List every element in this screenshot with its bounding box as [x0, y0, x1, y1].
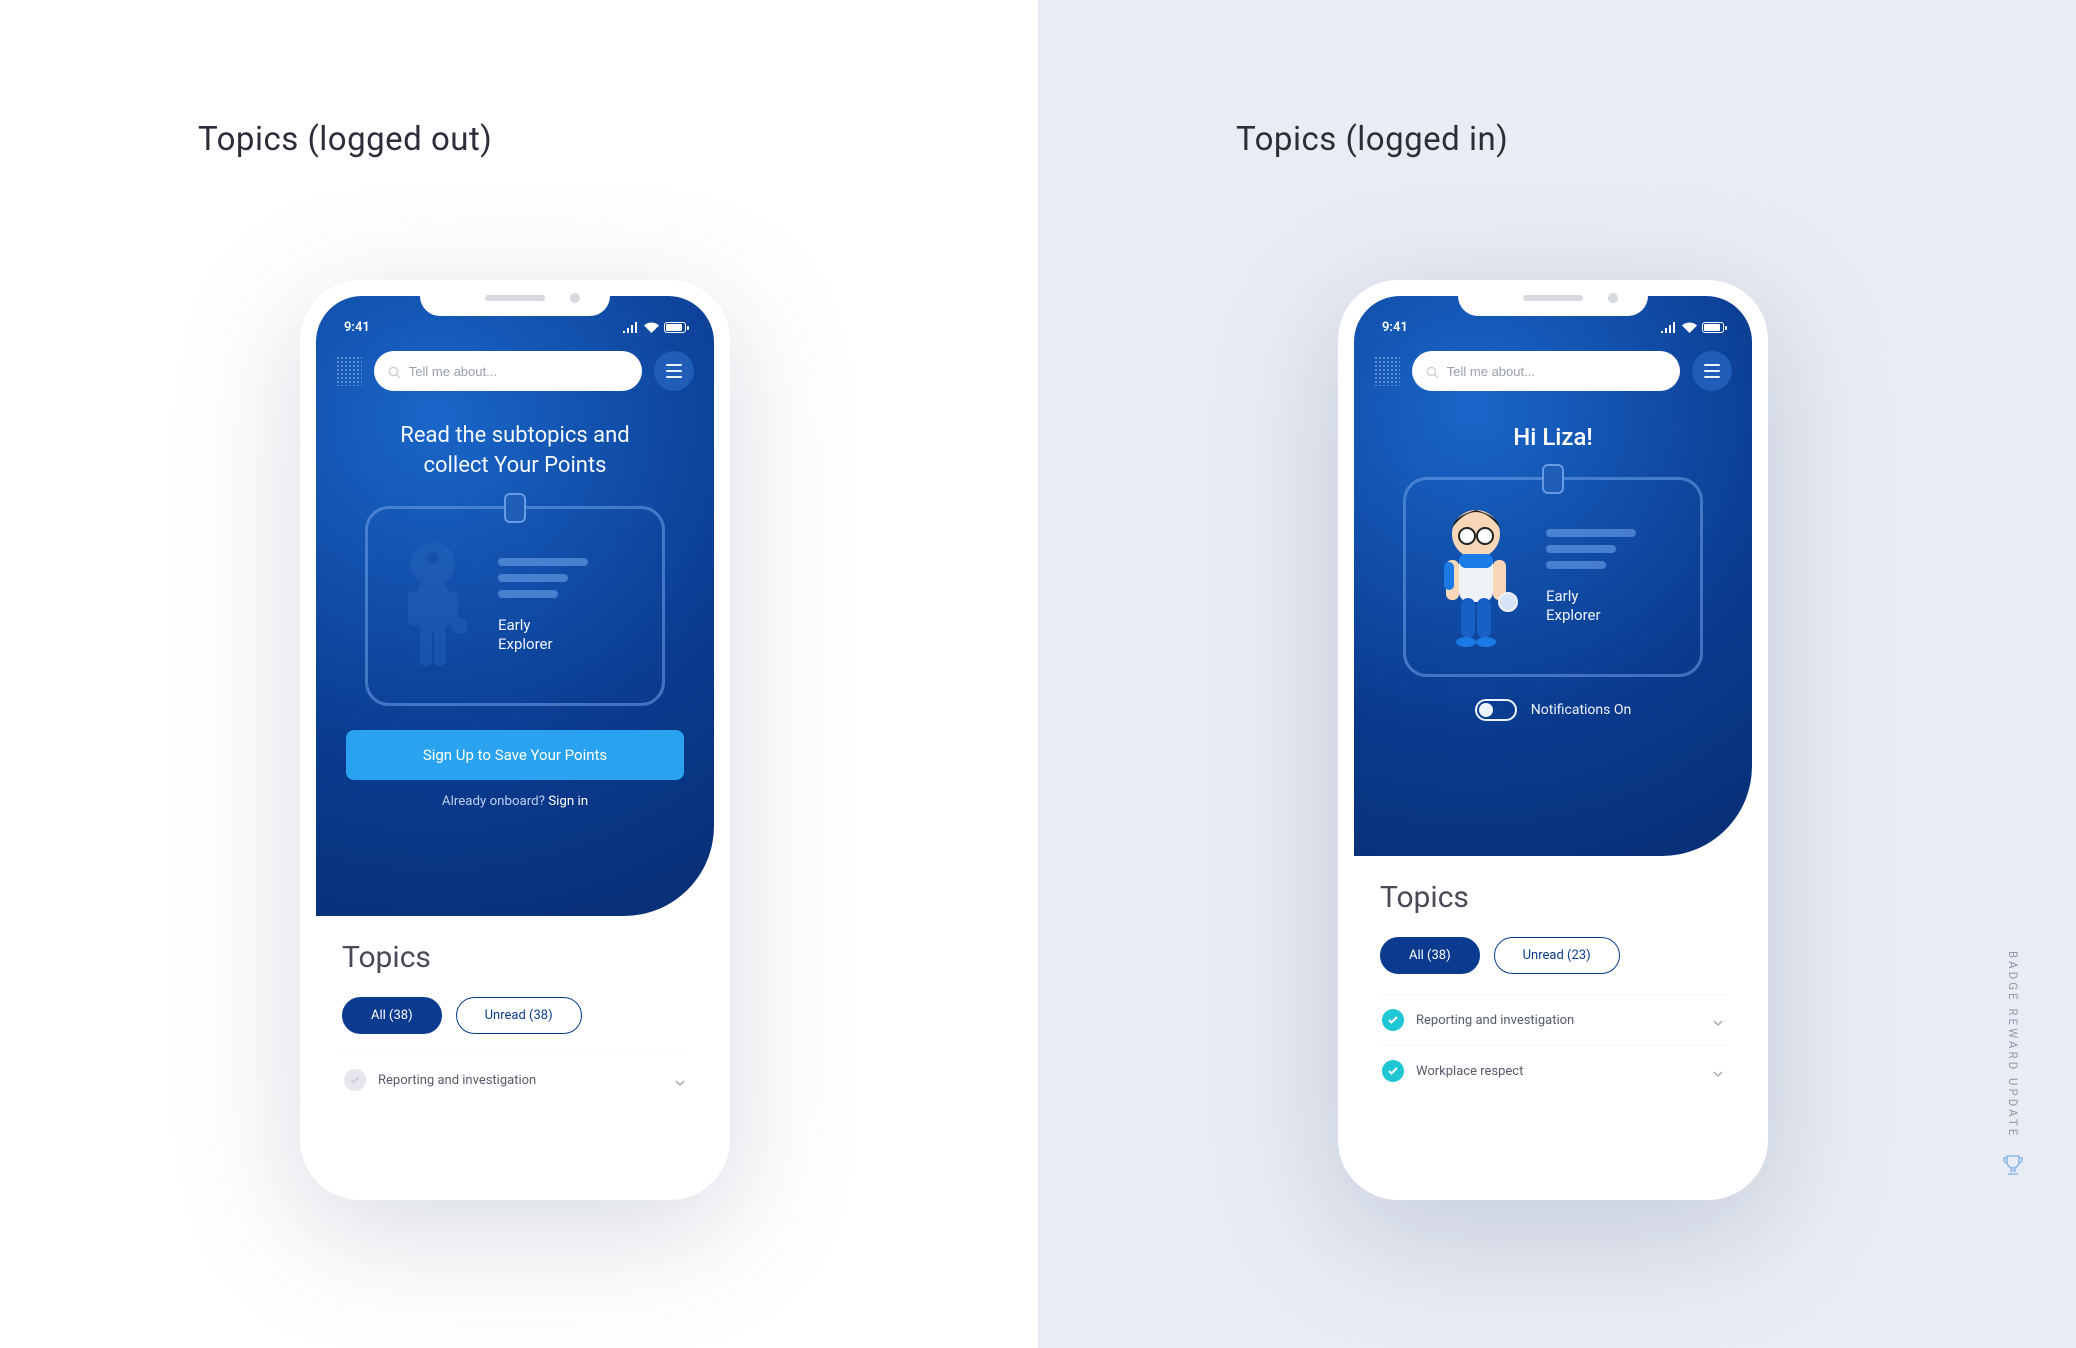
app-logo-icon: [1374, 356, 1400, 386]
hero-message: Read the subtopics and collect Your Poin…: [336, 421, 694, 480]
phone-mockup-left: 9:41: [300, 280, 730, 1200]
badge-level-label: Early Explorer: [1546, 587, 1680, 626]
character-silhouette-icon: ?: [388, 536, 478, 676]
badge-clip-icon: [1542, 464, 1564, 494]
badge-level-label: Early Explorer: [498, 616, 642, 655]
side-label: BADGE REWARD UPDATE: [2000, 951, 2026, 1178]
search-field[interactable]: [409, 364, 628, 379]
filter-pill-all[interactable]: All (38): [342, 997, 442, 1034]
chevron-down-icon: [1712, 1065, 1724, 1077]
signal-icon: [623, 322, 639, 333]
topic-label: Reporting and investigation: [378, 1073, 662, 1088]
status-icons: [623, 322, 686, 333]
character-avatar-icon: [1426, 502, 1526, 652]
battery-icon: [1702, 322, 1724, 333]
signin-prompt: Already onboard? Sign in: [336, 794, 694, 809]
panel-logged-out: Topics (logged out) 9:41: [0, 0, 1038, 1348]
status-check-icon: [1382, 1060, 1404, 1082]
topic-label: Reporting and investigation: [1416, 1013, 1700, 1028]
trophy-icon: [2000, 1152, 2026, 1178]
signin-link[interactable]: Sign in: [548, 794, 588, 809]
status-bar: 9:41: [1374, 314, 1732, 345]
filter-pill-unread[interactable]: Unread (23): [1494, 937, 1620, 974]
panel-title-left: Topics (logged out): [198, 120, 492, 159]
phone-notch: [420, 280, 610, 316]
wifi-icon: [1682, 322, 1697, 333]
status-time: 9:41: [344, 320, 370, 335]
hero-greeting: Hi Liza!: [1374, 423, 1732, 451]
topic-row[interactable]: Reporting and investigation: [342, 1054, 688, 1105]
topic-label: Workplace respect: [1416, 1064, 1700, 1079]
svg-text:?: ?: [430, 551, 437, 567]
phone-notch: [1458, 280, 1648, 316]
chevron-down-icon: [1712, 1014, 1724, 1026]
phone-mockup-right: 9:41: [1338, 280, 1768, 1200]
notifications-label: Notifications On: [1531, 702, 1631, 718]
menu-button[interactable]: [1692, 351, 1732, 391]
topics-section: Topics All (38) Unread (38) Reporting an…: [316, 916, 714, 1105]
search-input[interactable]: [1412, 351, 1680, 391]
badge-card: Early Explorer: [1403, 477, 1703, 677]
signal-icon: [1661, 322, 1677, 333]
badge-card: ? Early Explorer: [365, 506, 665, 706]
status-check-icon: [1382, 1009, 1404, 1031]
search-icon: [1426, 364, 1439, 378]
status-icons: [1661, 322, 1724, 333]
notifications-toggle[interactable]: [1475, 699, 1517, 721]
search-icon: [388, 364, 401, 378]
signup-button[interactable]: Sign Up to Save Your Points: [346, 730, 684, 780]
panel-title-right: Topics (logged in): [1236, 120, 1508, 159]
battery-icon: [664, 322, 686, 333]
status-bar: 9:41: [336, 314, 694, 345]
badge-clip-icon: [504, 493, 526, 523]
filter-pill-unread[interactable]: Unread (38): [456, 997, 582, 1034]
topic-row[interactable]: Reporting and investigation: [1380, 994, 1726, 1045]
hero-section: 9:41: [316, 296, 714, 916]
filter-pill-all[interactable]: All (38): [1380, 937, 1480, 974]
app-logo-icon: [336, 356, 362, 386]
status-time: 9:41: [1382, 320, 1408, 335]
menu-button[interactable]: [654, 351, 694, 391]
search-field[interactable]: [1447, 364, 1666, 379]
search-input[interactable]: [374, 351, 642, 391]
topics-heading: Topics: [342, 940, 688, 975]
hero-section: 9:41: [1354, 296, 1752, 856]
wifi-icon: [644, 322, 659, 333]
panel-logged-in: Topics (logged in) 9:41: [1038, 0, 2076, 1348]
topic-row[interactable]: Workplace respect: [1380, 1045, 1726, 1096]
topics-section: Topics All (38) Unread (23) Reporting an…: [1354, 856, 1752, 1096]
topics-heading: Topics: [1380, 880, 1726, 915]
chevron-down-icon: [674, 1074, 686, 1086]
status-dot-icon: [344, 1069, 366, 1091]
